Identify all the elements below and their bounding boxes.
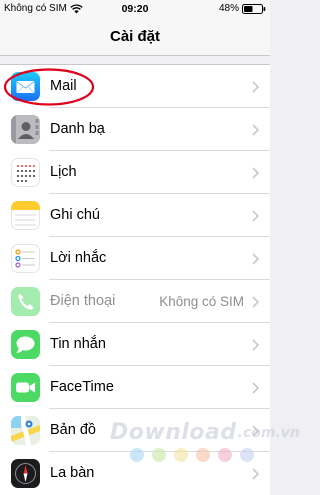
- settings-row-contacts[interactable]: Danh bạ: [0, 108, 270, 151]
- chevron-right-icon: [252, 167, 259, 179]
- chevron-right-icon: [252, 296, 259, 308]
- chevron-right-icon: [252, 382, 259, 394]
- status-right: 48%: [219, 3, 266, 14]
- settings-row-value: Không có SIM: [159, 294, 244, 309]
- status-bar: Không có SIM 09:20 48%: [0, 0, 270, 18]
- settings-row-facetime[interactable]: FaceTime: [0, 366, 270, 409]
- chevron-right-icon: [252, 339, 259, 351]
- settings-row-phone[interactable]: Điện thoại Không có SIM: [0, 280, 270, 323]
- settings-list: Mail Danh bạ Lịch Ghi chú Lời nhắc Điện …: [0, 64, 270, 495]
- settings-row-maps[interactable]: Bản đồ: [0, 409, 270, 452]
- settings-row-label: Lời nhắc: [50, 250, 107, 266]
- settings-row-calendar[interactable]: Lịch: [0, 151, 270, 194]
- settings-row-label: FaceTime: [50, 379, 114, 395]
- navigation-bar: Cài đặt: [0, 18, 270, 56]
- facetime-icon: [11, 373, 40, 402]
- settings-row-compass[interactable]: La bàn: [0, 452, 270, 495]
- settings-row-mail[interactable]: Mail: [0, 65, 270, 108]
- chevron-right-icon: [252, 124, 259, 136]
- settings-row-label: Tin nhắn: [50, 336, 106, 352]
- settings-row-label: Bản đồ: [50, 422, 96, 438]
- settings-row-messages[interactable]: Tin nhắn: [0, 323, 270, 366]
- reminders-icon: [11, 244, 40, 273]
- settings-row-label: Mail: [50, 78, 77, 94]
- chevron-right-icon: [252, 210, 259, 222]
- calendar-icon: [11, 158, 40, 187]
- battery-icon: [242, 3, 266, 14]
- chevron-right-icon: [252, 253, 259, 265]
- phone-icon: [11, 287, 40, 316]
- settings-row-reminders[interactable]: Lời nhắc: [0, 237, 270, 280]
- chevron-right-icon: [252, 425, 259, 437]
- messages-icon: [11, 330, 40, 359]
- settings-row-notes[interactable]: Ghi chú: [0, 194, 270, 237]
- compass-icon: [11, 459, 40, 488]
- notes-icon: [11, 201, 40, 230]
- chevron-right-icon: [252, 468, 259, 480]
- maps-icon: [11, 416, 40, 445]
- mail-icon: [11, 72, 40, 101]
- settings-row-label: Lịch: [50, 164, 77, 180]
- contacts-icon: [11, 115, 40, 144]
- battery-percent: 48%: [218, 3, 239, 14]
- chevron-right-icon: [252, 81, 259, 93]
- settings-row-label: Ghi chú: [50, 207, 100, 223]
- page-title: Cài đặt: [109, 28, 160, 45]
- settings-row-label: Điện thoại: [50, 293, 116, 309]
- settings-row-label: Danh bạ: [50, 121, 105, 137]
